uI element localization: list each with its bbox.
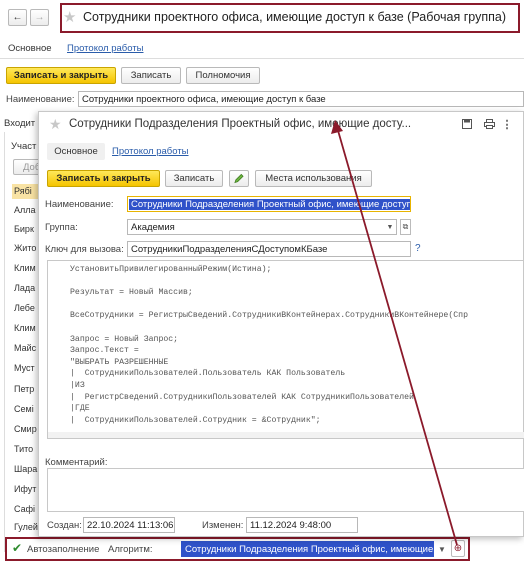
back-button[interactable]: ← — [8, 9, 27, 26]
code-text: УстановитьПривилегированныйРежим(Истина)… — [70, 265, 468, 425]
dialog-name-label: Наименование: — [45, 199, 114, 210]
algorithm-dialog: ★ Сотрудники Подразделения Проектный офи… — [38, 111, 524, 537]
code-scrollbar[interactable] — [48, 432, 524, 438]
comment-field[interactable] — [47, 468, 524, 512]
tab-included[interactable]: Входит — [4, 118, 35, 129]
usage-button[interactable]: Места использования — [255, 170, 372, 187]
changed-field: 11.12.2024 9:48:00 — [246, 517, 358, 533]
algorithm-field[interactable]: Сотрудники Подразделения Проектный офис,… — [181, 541, 434, 557]
edit-icon-button[interactable] — [229, 170, 249, 187]
dialog-tab-log[interactable]: Протокол работы — [112, 146, 189, 157]
dialog-save-button[interactable]: Записать — [165, 170, 223, 187]
code-editor[interactable]: УстановитьПривилегированныйРежим(Истина)… — [47, 260, 524, 439]
group-field[interactable]: Академия — [127, 219, 397, 235]
group-label: Группа: — [45, 222, 78, 233]
dialog-star-icon[interactable]: ★ — [49, 116, 62, 133]
dialog-title: Сотрудники Подразделения Проектный офис,… — [69, 118, 412, 130]
main-tab-divider — [0, 58, 524, 59]
pencil-icon — [234, 173, 244, 184]
changed-label: Изменен: — [202, 520, 244, 531]
dialog-tab-main[interactable]: Основное — [47, 143, 105, 160]
algorithm-label: Алгоритм: — [108, 544, 153, 555]
more-icon[interactable]: ⋮ — [502, 117, 513, 131]
key-field[interactable]: СотрудникиПодразделенияСДоступомКБазе — [127, 241, 411, 257]
help-icon[interactable]: ? — [415, 243, 421, 254]
save-button[interactable]: Записать — [121, 67, 181, 84]
print-icon[interactable] — [483, 118, 495, 130]
dialog-name-field[interactable]: Сотрудники Подразделения Проектный офис,… — [127, 196, 411, 212]
comment-label: Комментарий: — [45, 457, 108, 468]
name-label: Наименование: — [6, 94, 75, 105]
name-field[interactable]: Сотрудники проектного офиса, имеющие дос… — [78, 91, 524, 107]
page-title: Сотрудники проектного офиса, имеющие дос… — [83, 10, 507, 24]
forward-button[interactable]: → — [30, 9, 49, 26]
group-open-button[interactable]: ⧉ — [400, 219, 411, 235]
tab-participants[interactable]: Участ — [11, 141, 36, 152]
autofill-checkbox[interactable]: ✔ — [12, 541, 22, 555]
dialog-save-close-button[interactable]: Записать и закрыть — [47, 170, 160, 187]
created-label: Создан: — [47, 520, 82, 531]
favorite-star-icon[interactable]: ★ — [63, 8, 76, 26]
created-field: 22.10.2024 11:13:06 — [83, 517, 175, 533]
algorithm-dropdown-button[interactable]: ▼ — [436, 541, 448, 557]
save-close-button[interactable]: Записать и закрыть — [6, 67, 116, 84]
tab-log[interactable]: Протокол работы — [67, 43, 144, 54]
selected-text: Сотрудники Подразделения Проектный офис,… — [129, 199, 410, 210]
group-dropdown-button[interactable]: ▼ — [383, 220, 397, 234]
autofill-label: Автозаполнение — [27, 544, 100, 555]
tab-main[interactable]: Основное — [8, 43, 52, 54]
key-label: Ключ для вызова: — [45, 244, 124, 255]
permissions-button[interactable]: Полномочия — [186, 67, 260, 84]
algorithm-open-button[interactable]: ⊕ — [451, 540, 465, 557]
save-icon[interactable] — [461, 118, 473, 130]
